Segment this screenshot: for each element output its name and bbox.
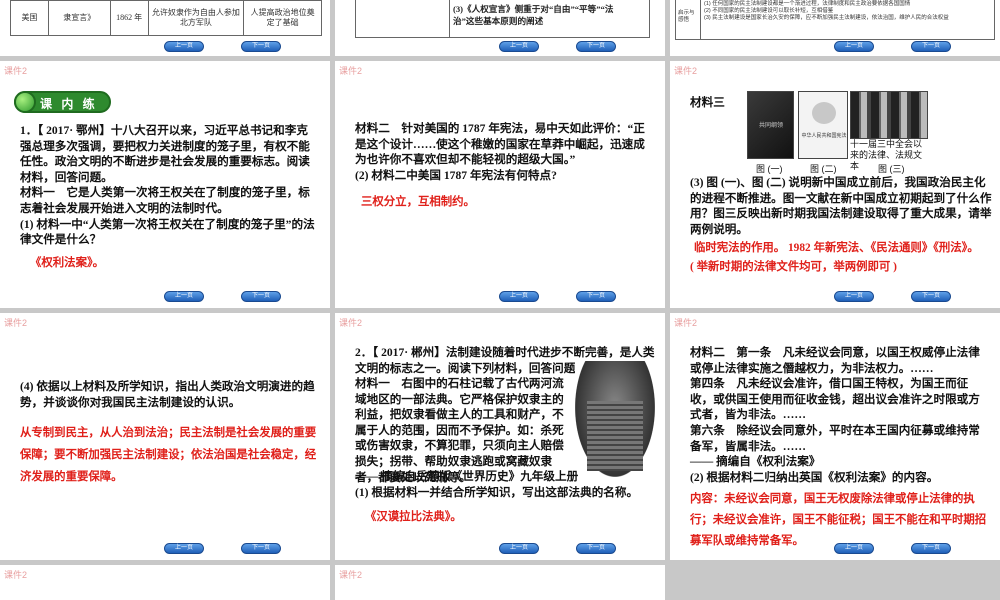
figure-caption: 图 (一) <box>756 164 783 174</box>
slide-tag: 课件2 <box>674 318 698 328</box>
next-page-button[interactable]: 下一页 <box>911 291 951 302</box>
slide-tag: 课件2 <box>339 318 363 328</box>
question-text: 材料二 第一条 凡未经议会同意，以国王权威停止法律或停止法律实施之僭越权力，为非… <box>690 345 990 552</box>
slide-thumb-7[interactable]: 课件2 (4) 依据以上材料及所学知识，指出人类政治文明演进的趋势，并谈谈你对我… <box>0 313 330 560</box>
stele-image <box>575 361 655 477</box>
slide-thumb-3[interactable]: 启示与感悟 (1) 任何国家的民主法制建设都是一个渐进过程，法律制度和民主政治要… <box>670 0 1000 56</box>
table-cell: 1862 年 <box>109 0 149 36</box>
question-text: (3) 图 (一)、图 (二) 说明新中国成立前后，我国政治民主化的进程不断推进… <box>690 175 992 277</box>
next-page-button[interactable]: 下一页 <box>911 543 951 554</box>
prev-page-button[interactable]: 上一页 <box>164 41 204 52</box>
table-cell <box>355 0 450 38</box>
prev-page-button[interactable]: 上一页 <box>164 543 204 554</box>
section-heading-pill: 课 内 练 习 <box>14 91 111 128</box>
prev-page-button[interactable]: 上一页 <box>164 291 204 302</box>
prev-page-button[interactable]: 上一页 <box>834 291 874 302</box>
prev-page-button[interactable]: 上一页 <box>834 41 874 52</box>
slide-tag: 课件2 <box>4 318 28 328</box>
answer-note: ( 举新时期的法律文件均可，举两例即可 ) <box>690 261 897 274</box>
answer-text: 《汉谟拉比法典》。 <box>365 511 462 524</box>
slide-thumb-8[interactable]: 课件2 2．【 2017· 郴州】法制建设随着时代进步不断完善，是人类文明的标志… <box>335 313 665 560</box>
answer-text: 三权分立，互相制约。 <box>361 196 475 209</box>
slide-thumb-11[interactable]: 课件2 <box>335 565 665 600</box>
table-cell: 美国 <box>10 0 49 36</box>
answer-text: 从专制到民主，从人治到法治；民主法制是社会发展的重要保障；要不断加强民主法制建设… <box>20 427 317 484</box>
slide-thumb-1[interactable]: 美国 隶宣言》 1862 年 允许奴隶作为自由人参加北方军队 人提高政治地位奠定… <box>0 0 330 56</box>
table-cell: 人提高政治地位奠定了基础 <box>243 0 322 36</box>
next-page-button[interactable]: 下一页 <box>576 543 616 554</box>
slide-tag: 课件2 <box>339 570 363 580</box>
next-page-button[interactable]: 下一页 <box>241 41 281 52</box>
material-label: 材料三 <box>690 96 725 109</box>
table-text: (3)《人权宣言》侧重于对“自由”“平等”“法 治”这些基本原则的阐述 <box>453 4 614 26</box>
question-text: (4) 依据以上材料及所学知识，指出人类政治文明演进的趋势，并谈谈你对我国民主法… <box>20 379 320 488</box>
figure-caption: 图 (三) <box>878 164 905 174</box>
slide-thumb-5[interactable]: 课件2 材料二 针对美国的 1787 年宪法，易中天如此评价：“正是这个设计……… <box>335 61 665 308</box>
slide-tag: 课件2 <box>4 66 28 76</box>
slide-thumb-9[interactable]: 课件2 材料二 第一条 凡未经议会同意，以国王权威停止法律或停止法律实施之僭越权… <box>670 313 1000 560</box>
slide-thumb-4[interactable]: 课件2 课 内 练 习 1．【 2017· 鄂州】十八大召开以来，习近平总书记和… <box>0 61 330 308</box>
next-page-button[interactable]: 下一页 <box>576 41 616 52</box>
next-page-button[interactable]: 下一页 <box>576 291 616 302</box>
answer-text: 《权利法案》。 <box>30 256 105 269</box>
table-text: (1) 任何国家的民主法制建设都是一个渐进过程，法律制度和民主政治要依据各国国情… <box>704 1 949 22</box>
book-image-1: 共同纲领 <box>747 91 794 159</box>
slide-thumb-2[interactable]: (3)《人权宣言》侧重于对“自由”“平等”“法 治”这些基本原则的阐述 上一页 … <box>335 0 665 56</box>
prev-page-button[interactable]: 上一页 <box>499 543 539 554</box>
slide-thumb-6[interactable]: 课件2 材料三 共同纲领 中华人民共和国宪法 图 (一) 图 (二) 十一届三中… <box>670 61 1000 308</box>
question-text: 1．【 2017· 鄂州】十八大召开以来，习近平总书记和李克强总理多次强调，要把… <box>20 123 318 274</box>
next-page-button[interactable]: 下一页 <box>241 291 281 302</box>
comparison-table: 美国 隶宣言》 1862 年 允许奴隶作为自由人参加北方军队 人提高政治地位奠定… <box>10 0 322 36</box>
question-text: 材料二 针对美国的 1787 年宪法，易中天如此评价：“正是这个设计……使这个稚… <box>355 121 655 213</box>
prev-page-button[interactable]: 上一页 <box>834 543 874 554</box>
next-page-button[interactable]: 下一页 <box>911 41 951 52</box>
figure-caption: 图 (二) <box>810 164 837 174</box>
prev-page-button[interactable]: 上一页 <box>499 291 539 302</box>
slide-tag: 课件2 <box>339 66 363 76</box>
question-text-2: —— 摘编自岳麓版《世界历史》九年级上册 (1) 根据材料一并结合所学知识，写出… <box>355 469 655 528</box>
prev-page-button[interactable]: 上一页 <box>499 41 539 52</box>
table-side-label: 启示与感悟 <box>678 10 695 24</box>
law-books-image <box>850 91 928 139</box>
slide-tag: 课件2 <box>4 570 28 580</box>
next-page-button[interactable]: 下一页 <box>241 543 281 554</box>
slide-tag: 课件2 <box>674 66 698 76</box>
bullet-icon <box>14 91 36 113</box>
book-image-2: 中华人民共和国宪法 <box>798 91 848 159</box>
slide-grid: 美国 隶宣言》 1862 年 允许奴隶作为自由人参加北方军队 人提高政治地位奠定… <box>0 0 1000 600</box>
table-cell: 隶宣言》 <box>47 0 111 36</box>
table-cell: 允许奴隶作为自由人参加北方军队 <box>147 0 245 36</box>
slide-thumb-10[interactable]: 课件2 <box>0 565 330 600</box>
answer-text: 临时宪法的作用。 1982 年新宪法、《民法通则》《刑法》。 <box>694 242 979 255</box>
